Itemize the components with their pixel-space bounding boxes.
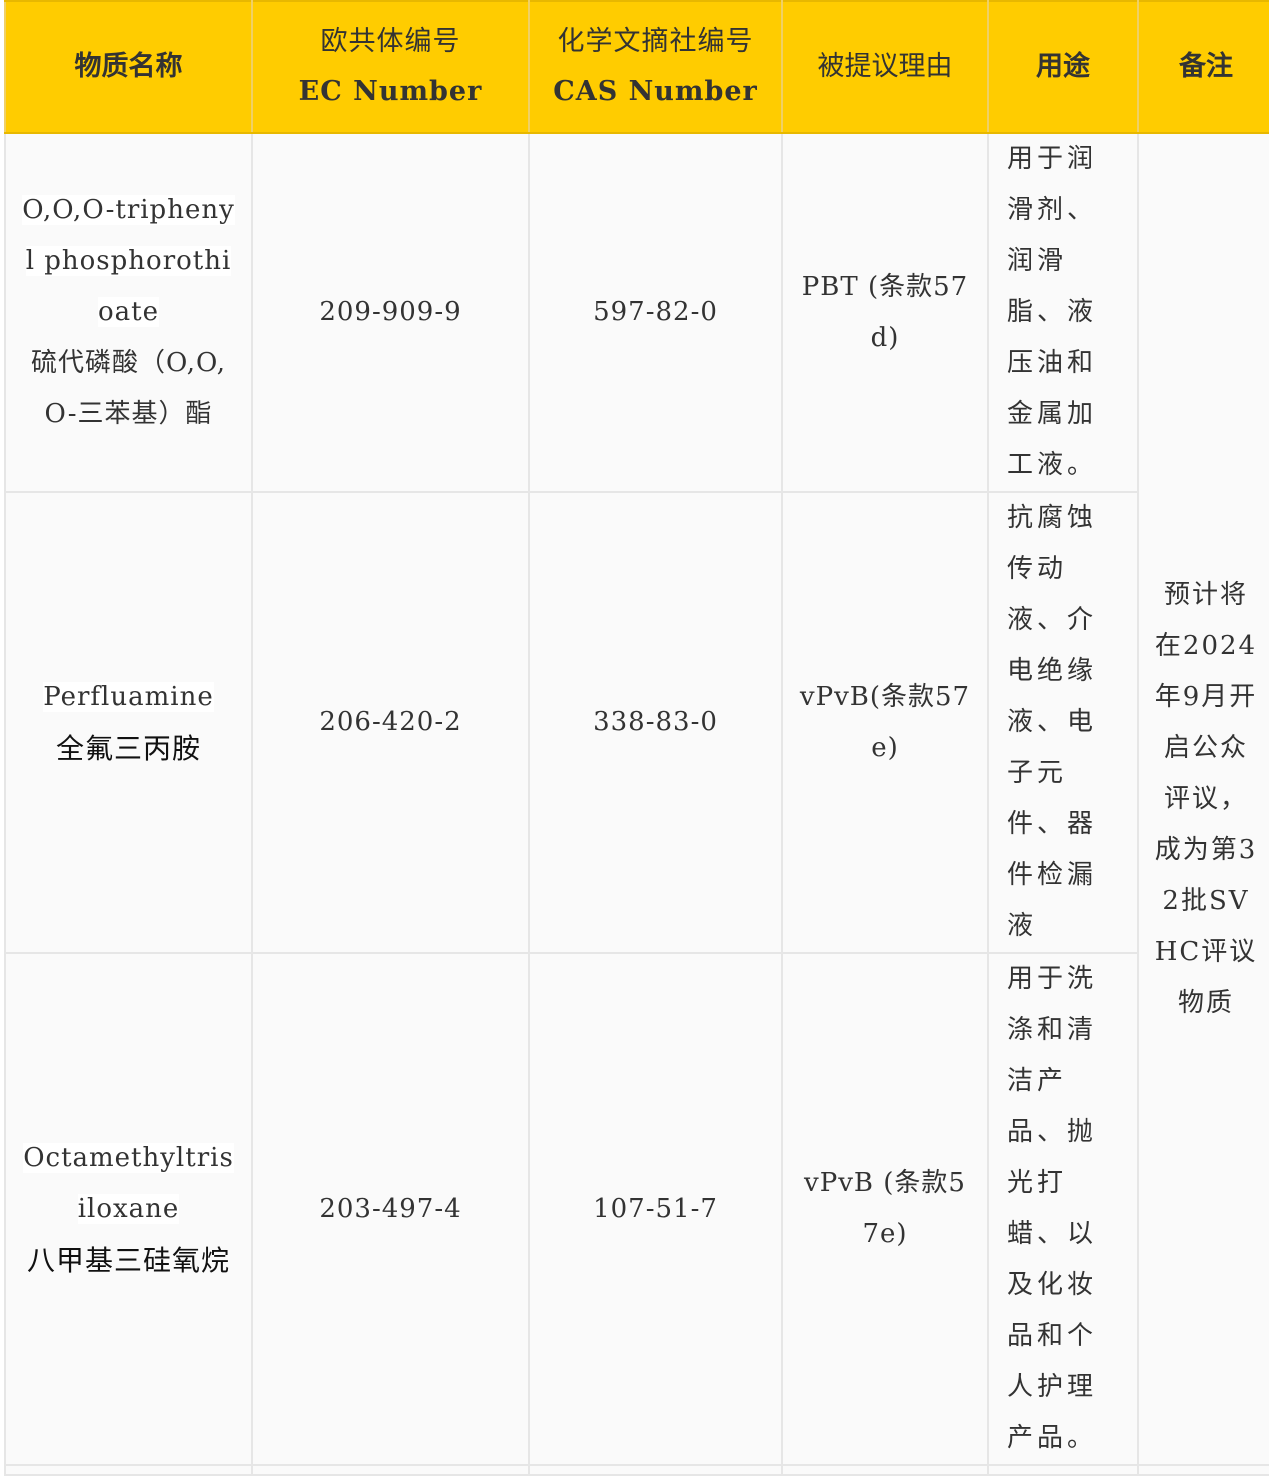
use-cell: 抗腐蚀传动液、介电绝缘液、电子元件、器件检漏液 [987,491,1139,954]
empty-cell [781,1464,989,1476]
header-reason: 被提议理由 [781,0,989,134]
reason-cell: vPvB (条款57e) [781,952,989,1466]
table-row: Perfluamine 全氟三丙胺 206-420-2 338-83-0 vPv… [4,491,1269,954]
header-ec-number: 欧共体编号 EC Number [251,0,530,134]
cas-number-cell: 107-51-7 [528,952,783,1466]
cas-number-cell: 597-82-0 [528,132,783,493]
empty-cell [251,1464,530,1476]
header-substance-name: 物质名称 [4,0,253,134]
reason-cell: vPvB(条款57 e) [781,491,989,954]
header-cas-number: 化学文摘社编号 CAS Number [528,0,783,134]
substance-name-en: Octamethyltrisiloxane [23,1142,234,1224]
substance-name-zh: 全氟三丙胺 [55,731,201,765]
header-cas-label-en: CAS Number [553,76,758,107]
table-header: 物质名称 欧共体编号 EC Number 化学文摘社编号 CAS Number … [4,0,1269,134]
substance-name-cell: O,O,O-triphenyl phosphorothioate 硫代磷酸（O,… [4,132,253,493]
ec-number-cell: 203-497-4 [251,952,530,1466]
empty-cell [4,1464,253,1476]
substance-name-en: O,O,O-triphenyl phosphorothioate [22,195,235,327]
ec-number-cell: 206-420-2 [251,491,530,954]
substance-name-zh: 八甲基三硅氧烷 [26,1243,230,1277]
svhc-table: 物质名称 欧共体编号 EC Number 化学文摘社编号 CAS Number … [4,0,1269,1476]
cas-number-cell: 338-83-0 [528,491,783,954]
remark-cell: 预计将在2024年9月开启公众评议，成为第32批SVHC评议物质 [1137,132,1269,1466]
header-remark: 备注 [1137,0,1269,134]
header-row: 物质名称 欧共体编号 EC Number 化学文摘社编号 CAS Number … [4,0,1269,134]
table-row: Octamethyltrisiloxane 八甲基三硅氧烷 203-497-4 … [4,952,1269,1466]
table-row-partial [4,1464,1269,1476]
ec-number-cell: 209-909-9 [251,132,530,493]
empty-cell [528,1464,783,1476]
header-cas-label-zh: 化学文摘社编号 [557,26,754,57]
substance-name-cell: Perfluamine 全氟三丙胺 [4,491,253,954]
use-cell: 用于润滑剂、润滑脂、液压油和金属加工液。 [987,132,1139,493]
table-body: O,O,O-triphenyl phosphorothioate 硫代磷酸（O,… [4,132,1269,1476]
header-use: 用途 [987,0,1139,134]
reason-cell: PBT (条款57 d) [781,132,989,493]
empty-cell [1137,1464,1269,1476]
substance-name-zh: 硫代磷酸（O,O,O-三苯基）酯 [30,348,227,429]
substance-name-en: Perfluamine [43,681,214,712]
header-ec-label-zh: 欧共体编号 [320,26,461,57]
table-row: O,O,O-triphenyl phosphorothioate 硫代磷酸（O,… [4,132,1269,1466]
empty-cell [987,1464,1139,1476]
header-ec-label-en: EC Number [298,76,483,107]
substance-name-cell: Octamethyltrisiloxane 八甲基三硅氧烷 [4,952,253,1466]
use-cell: 用于洗涤和清洁产品、抛光打蜡、以及化妆品和个人护理产品。 [987,952,1139,1466]
